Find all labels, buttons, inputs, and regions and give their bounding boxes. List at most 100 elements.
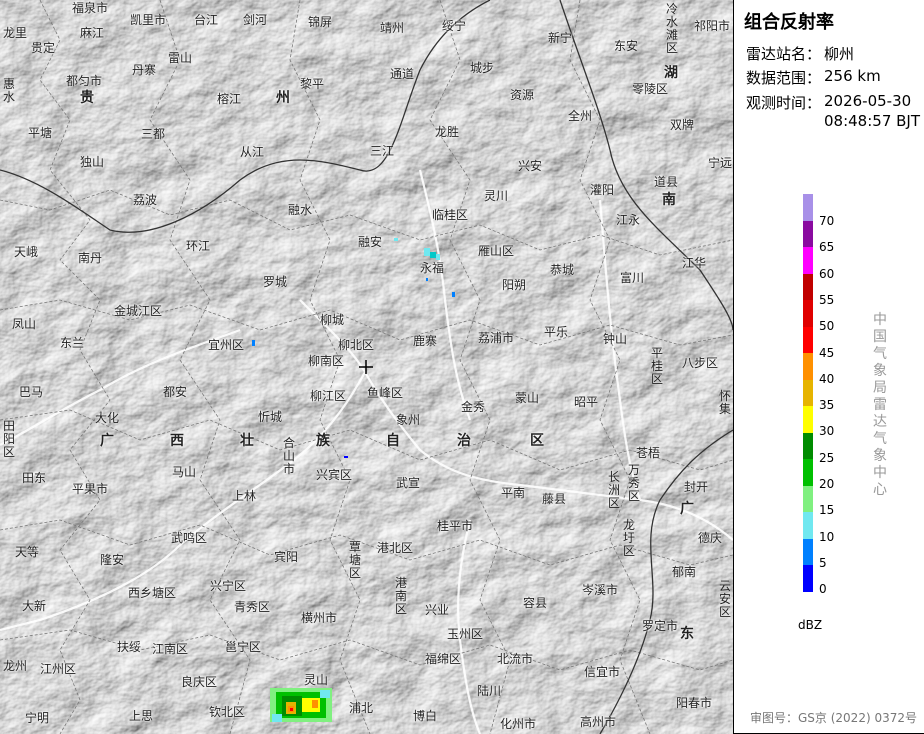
place-label: 宾阳 [274, 550, 299, 564]
place-label: 环江 [186, 239, 211, 253]
place-label: 江南区 [152, 642, 189, 656]
place-label: 阳朔 [502, 278, 527, 292]
place-label: 江永 [616, 213, 641, 227]
legend-value: 70 [819, 214, 835, 228]
place-label: 雷山 [168, 51, 193, 65]
legend-value: 10 [819, 529, 835, 544]
range-value: 256 km [824, 67, 881, 85]
legend-value: 45 [819, 345, 835, 360]
place-label: 柳南区 [308, 354, 345, 368]
place-label: 平塘 [28, 126, 53, 140]
place-label: 平乐 [544, 325, 569, 339]
place-label: 兴宁区 [210, 579, 247, 593]
place-label: 上林 [232, 489, 257, 503]
legend-value: 20 [819, 477, 835, 491]
place-label: 港北区 [377, 541, 414, 555]
place-label-vertical: 怀集 [719, 389, 732, 416]
place-label: 麻江 [80, 26, 105, 40]
place-label: 西乡塘区 [128, 586, 177, 600]
place-label: 玉州区 [447, 627, 484, 641]
place-label: 雁山区 [478, 244, 515, 258]
place-label: 钟山 [603, 332, 628, 346]
place-label-vertical: 冷水滩区 [666, 2, 679, 55]
place-label: 三江 [370, 144, 395, 158]
place-label: 鹿寨 [413, 334, 438, 348]
legend-value: 15 [819, 503, 835, 518]
time-label: 观测时间： [746, 94, 822, 112]
province-label: 广 [100, 433, 114, 449]
legend-swatch [803, 353, 813, 380]
map-view[interactable]: 福泉市 凯里市 台江 剑河 锦屏 靖州 绥宁 新宁 东安 祁阳市 龙里 麻江 贵定 丹寨 雷山 黎平 通道 城步资… [0, 0, 733, 734]
province-label: 治 [457, 433, 471, 449]
place-label: 郁南 [672, 565, 697, 579]
place-label-vertical: 平桂区 [651, 346, 664, 386]
place-label: 富川 [620, 271, 645, 285]
place-label: 罗城 [263, 275, 288, 289]
organization-name: 中国气象局雷达气象中心 [873, 312, 887, 498]
place-label: 从江 [240, 145, 265, 159]
place-label: 南丹 [78, 251, 103, 265]
place-label: 隆安 [100, 553, 125, 567]
legend-value: 5 [819, 555, 827, 570]
place-label: 巴马 [19, 385, 44, 399]
place-label: 蒙山 [515, 391, 540, 405]
legend-value: 40 [819, 371, 835, 386]
place-label: 融水 [288, 203, 313, 217]
place-label: 大新 [22, 599, 47, 613]
province-label: 州 [276, 90, 290, 106]
province-label: 南 [662, 192, 676, 208]
place-label: 台江 [194, 13, 219, 27]
place-label: 德庆 [698, 531, 723, 545]
place-label-vertical: 田阳区 [3, 419, 16, 459]
place-label: 东兰 [60, 336, 85, 350]
place-label: 金秀 [461, 400, 486, 414]
legend-swatch [803, 379, 813, 406]
province-label: 区 [530, 433, 544, 449]
place-label: 北流市 [497, 652, 534, 666]
place-label: 丹寨 [132, 63, 157, 77]
place-label: 上思 [129, 709, 154, 723]
place-label: 罗定市 [642, 619, 679, 633]
province-label: 族 [316, 433, 330, 449]
place-label: 祁阳市 [694, 19, 731, 33]
legend-swatch [803, 194, 813, 221]
place-label-vertical: 覃塘区 [349, 540, 362, 580]
place-label: 灵川 [484, 189, 509, 203]
place-label: 天等 [15, 545, 40, 559]
place-label-vertical: 港南区 [395, 576, 408, 616]
place-label: 岑溪市 [582, 583, 619, 597]
place-label: 通道 [390, 67, 415, 81]
place-label: 东安 [614, 39, 639, 53]
place-label: 兴宾区 [316, 468, 353, 482]
place-label: 高州市 [580, 715, 617, 729]
place-label: 龙胜 [435, 125, 460, 139]
observation-time: 08:48:57 BJT [824, 112, 921, 130]
observation-date: 2026-05-30 [824, 92, 912, 110]
place-label: 金城江区 [114, 304, 163, 318]
place-label: 良庆区 [181, 675, 218, 689]
place-label-vertical: 惠水 [3, 77, 16, 104]
place-label: 博白 [413, 709, 438, 723]
place-label: 钦北区 [209, 705, 246, 719]
place-label: 贵定 [31, 41, 56, 55]
place-label: 都匀市 [66, 74, 103, 88]
province-label: 东 [680, 626, 694, 642]
place-label: 平果市 [72, 482, 109, 496]
place-label: 大化 [95, 411, 120, 425]
place-label: 全州 [568, 109, 593, 123]
place-label: 城步 [470, 61, 495, 75]
color-legend [803, 194, 813, 592]
place-label: 永福 [420, 261, 445, 275]
place-label: 荔波 [133, 193, 158, 207]
place-label: 天峨 [14, 245, 39, 259]
place-label-vertical: 合山市 [283, 436, 296, 476]
legend-swatch [803, 459, 813, 486]
map-approval-number: 审图号：GS京 (2022) 0372号 [750, 711, 917, 725]
place-label: 象州 [396, 413, 421, 427]
place-label: 绥宁 [442, 19, 467, 33]
place-label: 临桂区 [432, 208, 469, 222]
info-panel: 组合反射率 雷达站名： 柳州 数据范围： 256 km 观测时间： 2026-0… [733, 0, 924, 734]
place-label: 陆川 [477, 684, 502, 698]
legend-swatch [803, 247, 813, 274]
place-label: 八步区 [682, 356, 719, 370]
